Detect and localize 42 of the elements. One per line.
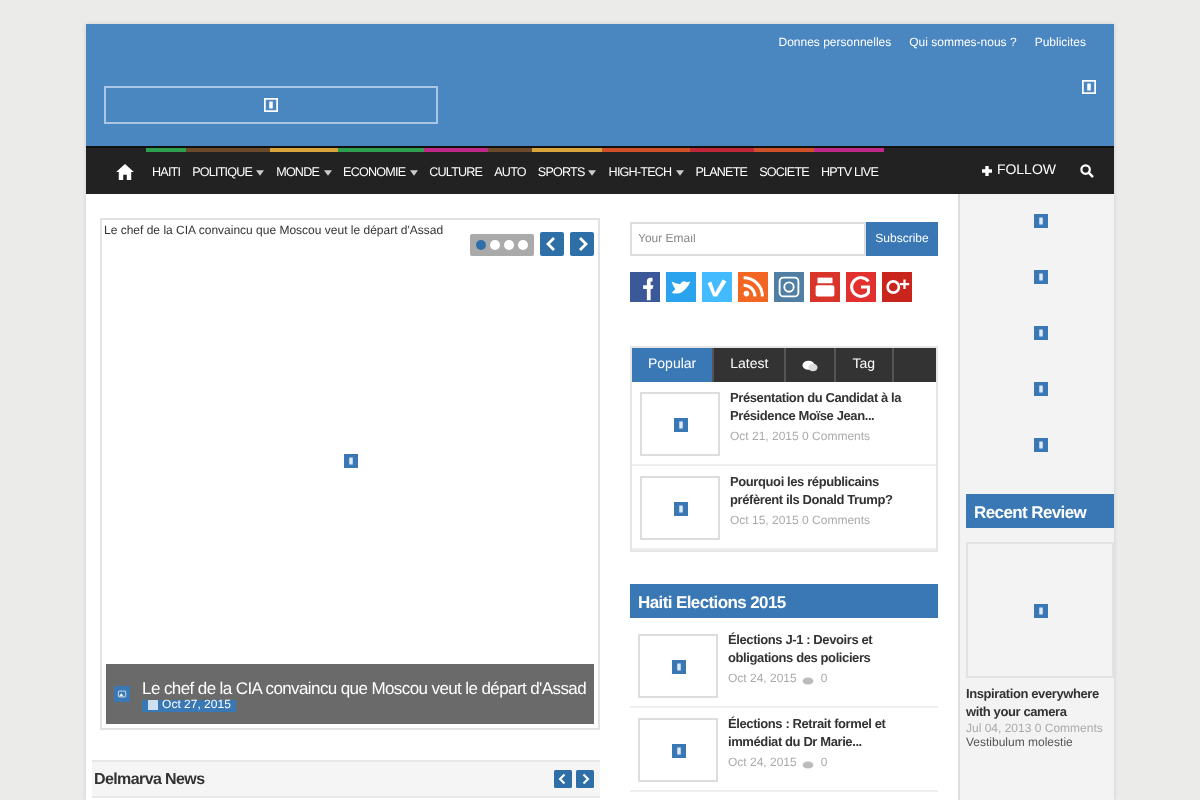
slide-title[interactable]: Le chef de la CIA convaincu que Moscou veut le départ d'Assad: [142, 677, 586, 697]
home-icon[interactable]: [116, 163, 134, 179]
broken-image-icon: [1033, 270, 1047, 284]
post-thumbnail[interactable]: [640, 476, 720, 540]
social-icon[interactable]: [774, 272, 804, 302]
social-icon[interactable]: [738, 272, 768, 302]
section-title: Haiti Elections 2015: [638, 591, 786, 611]
broken-image-icon: [671, 743, 685, 757]
social-icon[interactable]: [630, 272, 660, 302]
search-icon[interactable]: [1080, 164, 1094, 178]
broken-image-icon: [1033, 326, 1047, 340]
previous-button[interactable]: [540, 232, 564, 256]
previous-button[interactable]: [554, 770, 572, 788]
comment-icon: [802, 759, 815, 769]
broken-image-icon: [1082, 80, 1096, 94]
next-button[interactable]: [576, 770, 594, 788]
section-title: Recent Review: [974, 501, 1087, 521]
broken-image-icon: [671, 659, 685, 673]
broken-image-icon: [264, 98, 278, 112]
social-icon[interactable]: [882, 272, 912, 302]
post-thumbnail[interactable]: [640, 392, 720, 456]
pager-dot[interactable]: [518, 240, 528, 250]
plus-icon: [982, 166, 993, 176]
broken-image-icon: [673, 501, 687, 515]
comment-icon: [802, 675, 815, 685]
broken-image-icon: [1033, 603, 1047, 617]
social-icon[interactable]: [810, 272, 840, 302]
chat-icon: [802, 359, 819, 371]
post-thumbnail[interactable]: [638, 634, 718, 698]
broken-image-icon: [1033, 438, 1047, 452]
next-button[interactable]: [570, 232, 594, 256]
pager-dot[interactable]: [476, 240, 486, 250]
broken-image-icon: [1033, 382, 1047, 396]
broken-image-icon: [1033, 214, 1047, 228]
pager-dot[interactable]: [504, 240, 514, 250]
post-thumbnail[interactable]: [638, 718, 718, 782]
broken-image-icon: [343, 453, 357, 467]
post-thumbnail[interactable]: [966, 542, 1114, 678]
broken-image-icon: [673, 417, 687, 431]
section-title: Delmarva News: [94, 770, 205, 788]
pager-dot[interactable]: [490, 240, 500, 250]
social-icon[interactable]: [846, 272, 876, 302]
